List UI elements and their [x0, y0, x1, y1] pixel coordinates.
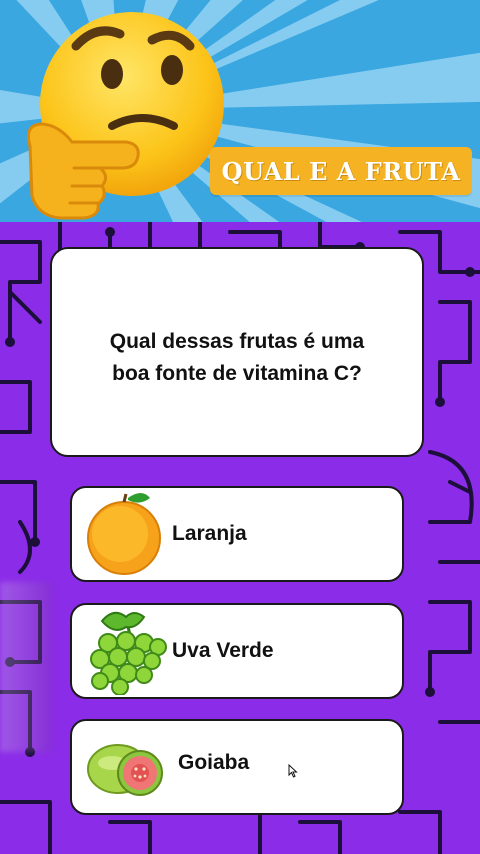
option-uva-verde[interactable]: Uva Verde	[70, 603, 404, 699]
question-card: Qual dessas frutas é uma boa fonte de vi…	[50, 247, 424, 457]
video-glitch-strip	[0, 582, 52, 752]
option-label: Uva Verde	[172, 639, 274, 662]
quiz-title: QUAL E A FRUTA	[221, 156, 461, 186]
header-banner: QUAL E A FRUTA	[0, 0, 480, 222]
option-label: Goiaba	[178, 751, 250, 774]
guava-icon	[87, 744, 163, 796]
green-grapes-icon	[90, 611, 167, 695]
mouse-cursor-icon	[288, 764, 298, 778]
thinking-face-icon	[26, 12, 224, 220]
question-text: Qual dessas frutas é uma boa fonte de vi…	[109, 330, 365, 385]
quiz-title-badge: QUAL E A FRUTA	[210, 147, 472, 195]
orange-icon	[87, 493, 161, 575]
option-laranja[interactable]: Laranja	[70, 486, 404, 582]
option-label: Laranja	[172, 522, 247, 545]
option-goiaba[interactable]: Goiaba	[70, 719, 404, 815]
